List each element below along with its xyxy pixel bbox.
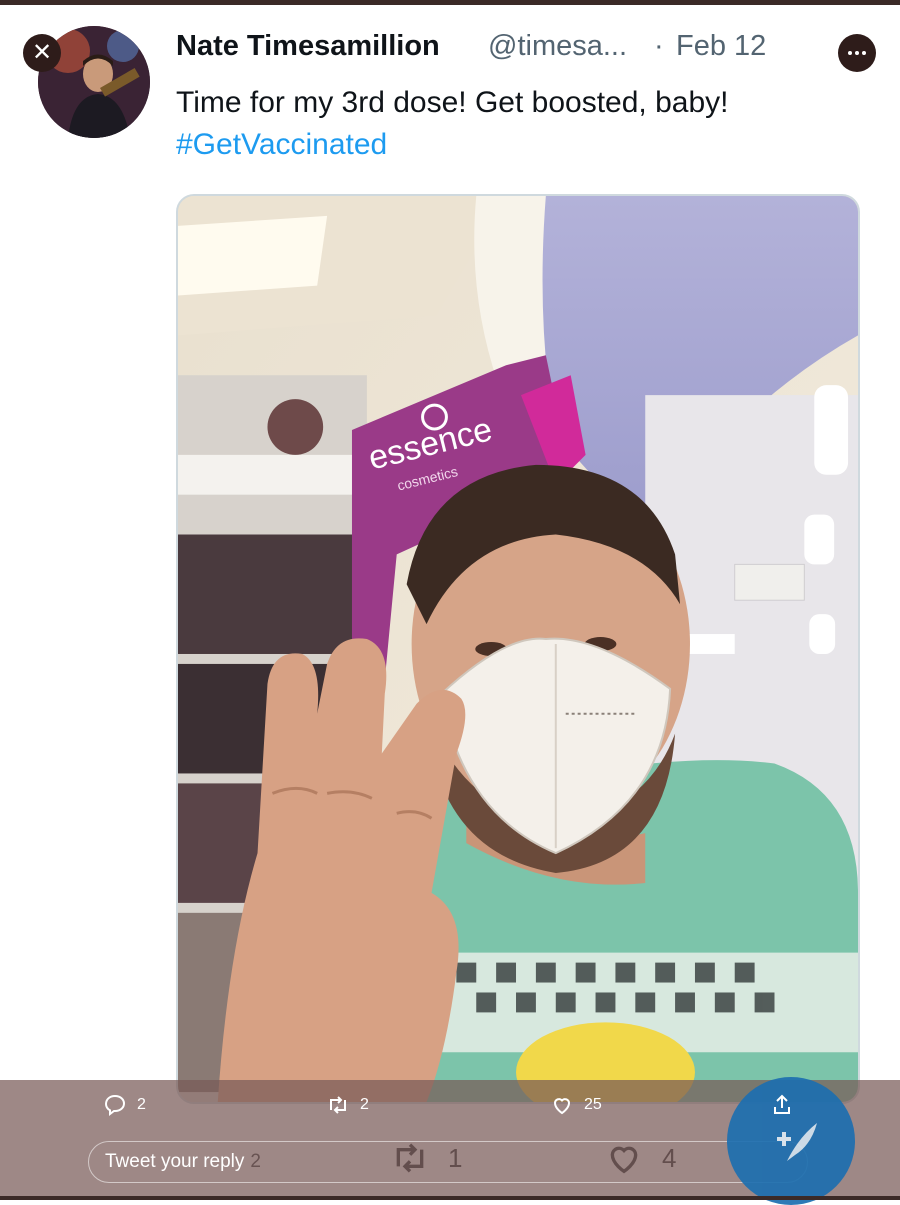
share-icon bbox=[774, 1094, 790, 1114]
close-icon: ✕ bbox=[31, 39, 53, 66]
reply-input[interactable]: Tweet your reply 2 bbox=[88, 1141, 808, 1183]
author-handle[interactable]: @timesa... bbox=[488, 30, 627, 63]
reply-button[interactable]: 2 bbox=[103, 1093, 146, 1117]
like-count: 25 bbox=[584, 1096, 602, 1113]
reply-icon bbox=[104, 1094, 126, 1116]
hashtag-link[interactable]: #GetVaccinated bbox=[176, 124, 866, 166]
like-button[interactable]: 25 bbox=[550, 1093, 602, 1117]
compose-feather-icon bbox=[777, 1123, 817, 1161]
date-separator: · bbox=[654, 30, 664, 62]
tweet-date[interactable]: Feb 12 bbox=[676, 30, 766, 63]
heart-icon bbox=[553, 1098, 571, 1115]
retweet-button[interactable]: 2 bbox=[326, 1093, 369, 1117]
share-button[interactable] bbox=[770, 1093, 794, 1117]
more-icon bbox=[848, 51, 852, 55]
tweet-photo[interactable]: essence cosmetics bbox=[176, 194, 860, 1104]
top-border bbox=[0, 0, 900, 5]
close-button[interactable]: ✕ bbox=[23, 34, 61, 72]
reply-count: 2 bbox=[137, 1096, 146, 1113]
tweet-text: Time for my 3rd dose! Get boosted, baby!… bbox=[176, 82, 866, 166]
photo-illustration: essence cosmetics bbox=[178, 196, 858, 1102]
retweet-count: 2 bbox=[360, 1096, 369, 1113]
background-reply-count: 2 bbox=[250, 1151, 261, 1172]
author-name[interactable]: Nate Timesamillion bbox=[176, 30, 440, 63]
bottom-border bbox=[0, 1196, 900, 1200]
tweet-body: Time for my 3rd dose! Get boosted, baby! bbox=[176, 86, 729, 119]
reply-placeholder: Tweet your reply bbox=[105, 1151, 245, 1172]
retweet-icon bbox=[330, 1096, 346, 1114]
more-button[interactable] bbox=[838, 34, 876, 72]
